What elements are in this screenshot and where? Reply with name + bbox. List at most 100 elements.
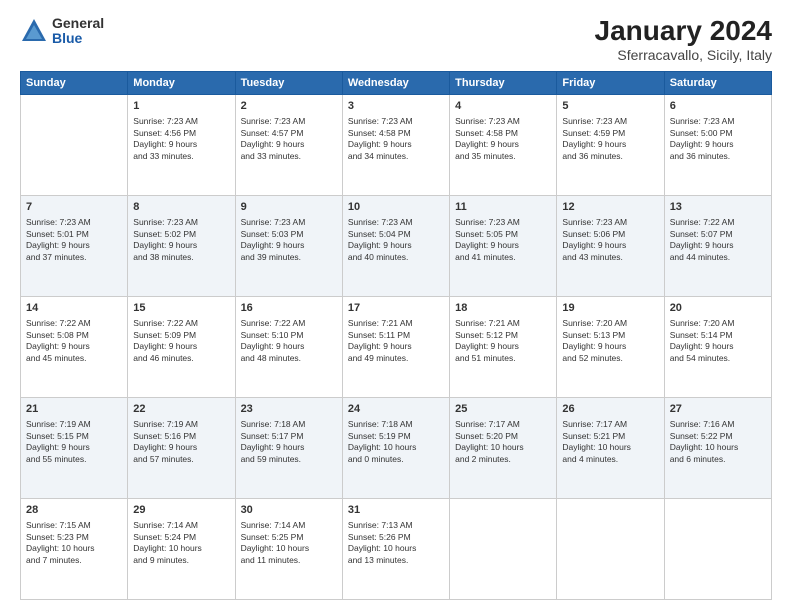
day-info: Sunrise: 7:22 AMSunset: 5:08 PMDaylight:… bbox=[26, 318, 122, 364]
col-tuesday: Tuesday bbox=[235, 71, 342, 94]
table-row: 5 Sunrise: 7:23 AMSunset: 4:59 PMDaylight… bbox=[557, 94, 664, 195]
day-info: Sunrise: 7:23 AMSunset: 5:02 PMDaylight:… bbox=[133, 217, 229, 263]
col-wednesday: Wednesday bbox=[342, 71, 449, 94]
day-number: 29 bbox=[133, 503, 229, 518]
calendar-week-row: 28 Sunrise: 7:15 AMSunset: 5:23 PMDayligh… bbox=[21, 498, 772, 599]
day-number: 4 bbox=[455, 99, 551, 114]
day-info: Sunrise: 7:23 AMSunset: 4:59 PMDaylight:… bbox=[562, 116, 658, 162]
day-info: Sunrise: 7:14 AMSunset: 5:24 PMDaylight:… bbox=[133, 520, 229, 566]
table-row bbox=[557, 498, 664, 599]
day-info: Sunrise: 7:16 AMSunset: 5:22 PMDaylight:… bbox=[670, 419, 766, 465]
calendar-week-row: 1 Sunrise: 7:23 AMSunset: 4:56 PMDaylight… bbox=[21, 94, 772, 195]
table-row bbox=[664, 498, 771, 599]
day-info: Sunrise: 7:18 AMSunset: 5:17 PMDaylight:… bbox=[241, 419, 337, 465]
table-row: 31 Sunrise: 7:13 AMSunset: 5:26 PMDayligh… bbox=[342, 498, 449, 599]
day-number: 27 bbox=[670, 402, 766, 417]
table-row: 17Sunrise: 7:21 AMSunset: 5:11 PMDayligh… bbox=[342, 296, 449, 397]
day-info: Sunrise: 7:23 AMSunset: 5:06 PMDaylight:… bbox=[562, 217, 658, 263]
day-info: Sunrise: 7:23 AMSunset: 4:58 PMDaylight:… bbox=[348, 116, 444, 162]
logo-text: General Blue bbox=[52, 16, 104, 47]
day-info: Sunrise: 7:21 AMSunset: 5:11 PMDaylight:… bbox=[348, 318, 444, 364]
calendar-week-row: 14 Sunrise: 7:22 AMSunset: 5:08 PMDayligh… bbox=[21, 296, 772, 397]
day-info: Sunrise: 7:23 AMSunset: 5:01 PMDaylight:… bbox=[26, 217, 122, 263]
day-number: 13 bbox=[670, 200, 766, 215]
day-number: 28 bbox=[26, 503, 122, 518]
day-info: Sunrise: 7:22 AMSunset: 5:07 PMDaylight:… bbox=[670, 217, 766, 263]
day-info: Sunrise: 7:21 AMSunset: 5:12 PMDaylight:… bbox=[455, 318, 551, 364]
day-info: Sunrise: 7:23 AMSunset: 4:56 PMDaylight:… bbox=[133, 116, 229, 162]
day-number: 6 bbox=[670, 99, 766, 114]
col-thursday: Thursday bbox=[450, 71, 557, 94]
day-info: Sunrise: 7:20 AMSunset: 5:14 PMDaylight:… bbox=[670, 318, 766, 364]
table-row: 10Sunrise: 7:23 AMSunset: 5:04 PMDayligh… bbox=[342, 195, 449, 296]
day-info: Sunrise: 7:14 AMSunset: 5:25 PMDaylight:… bbox=[241, 520, 337, 566]
table-row: 6 Sunrise: 7:23 AMSunset: 5:00 PMDaylight… bbox=[664, 94, 771, 195]
day-info: Sunrise: 7:19 AMSunset: 5:15 PMDaylight:… bbox=[26, 419, 122, 465]
location-subtitle: Sferracavallo, Sicily, Italy bbox=[595, 47, 772, 63]
table-row: 22 Sunrise: 7:19 AMSunset: 5:16 PMDayligh… bbox=[128, 397, 235, 498]
day-info: Sunrise: 7:13 AMSunset: 5:26 PMDaylight:… bbox=[348, 520, 444, 566]
day-number: 31 bbox=[348, 503, 444, 518]
day-info: Sunrise: 7:17 AMSunset: 5:21 PMDaylight:… bbox=[562, 419, 658, 465]
table-row: 13 Sunrise: 7:22 AMSunset: 5:07 PMDayligh… bbox=[664, 195, 771, 296]
table-row: 1 Sunrise: 7:23 AMSunset: 4:56 PMDaylight… bbox=[128, 94, 235, 195]
table-row: 15 Sunrise: 7:22 AMSunset: 5:09 PMDayligh… bbox=[128, 296, 235, 397]
day-info: Sunrise: 7:19 AMSunset: 5:16 PMDaylight:… bbox=[133, 419, 229, 465]
header: General Blue January 2024 Sferracavallo,… bbox=[20, 16, 772, 63]
day-info: Sunrise: 7:20 AMSunset: 5:13 PMDaylight:… bbox=[562, 318, 658, 364]
table-row: 16 Sunrise: 7:22 AMSunset: 5:10 PMDayligh… bbox=[235, 296, 342, 397]
table-row: 28 Sunrise: 7:15 AMSunset: 5:23 PMDayligh… bbox=[21, 498, 128, 599]
calendar-week-row: 21 Sunrise: 7:19 AMSunset: 5:15 PMDayligh… bbox=[21, 397, 772, 498]
table-row: 20 Sunrise: 7:20 AMSunset: 5:14 PMDayligh… bbox=[664, 296, 771, 397]
table-row bbox=[21, 94, 128, 195]
table-row: 9 Sunrise: 7:23 AMSunset: 5:03 PMDaylight… bbox=[235, 195, 342, 296]
day-info: Sunrise: 7:22 AMSunset: 5:09 PMDaylight:… bbox=[133, 318, 229, 364]
day-number: 1 bbox=[133, 99, 229, 114]
day-number: 7 bbox=[26, 200, 122, 215]
day-number: 8 bbox=[133, 200, 229, 215]
day-number: 26 bbox=[562, 402, 658, 417]
day-info: Sunrise: 7:23 AMSunset: 5:05 PMDaylight:… bbox=[455, 217, 551, 263]
day-info: Sunrise: 7:18 AMSunset: 5:19 PMDaylight:… bbox=[348, 419, 444, 465]
day-info: Sunrise: 7:15 AMSunset: 5:23 PMDaylight:… bbox=[26, 520, 122, 566]
day-info: Sunrise: 7:23 AMSunset: 5:03 PMDaylight:… bbox=[241, 217, 337, 263]
day-info: Sunrise: 7:23 AMSunset: 5:00 PMDaylight:… bbox=[670, 116, 766, 162]
col-saturday: Saturday bbox=[664, 71, 771, 94]
logo-icon bbox=[20, 17, 48, 45]
day-number: 10 bbox=[348, 200, 444, 215]
title-area: January 2024 Sferracavallo, Sicily, Ital… bbox=[595, 16, 772, 63]
table-row: 30 Sunrise: 7:14 AMSunset: 5:25 PMDayligh… bbox=[235, 498, 342, 599]
page: General Blue January 2024 Sferracavallo,… bbox=[0, 0, 792, 612]
day-number: 23 bbox=[241, 402, 337, 417]
col-friday: Friday bbox=[557, 71, 664, 94]
table-row: 26 Sunrise: 7:17 AMSunset: 5:21 PMDayligh… bbox=[557, 397, 664, 498]
table-row bbox=[450, 498, 557, 599]
table-row: 2Sunrise: 7:23 AMSunset: 4:57 PMDaylight… bbox=[235, 94, 342, 195]
day-info: Sunrise: 7:23 AMSunset: 4:57 PMDaylight:… bbox=[241, 116, 337, 162]
logo: General Blue bbox=[20, 16, 104, 47]
day-number: 5 bbox=[562, 99, 658, 114]
day-number: 20 bbox=[670, 301, 766, 316]
table-row: 29 Sunrise: 7:14 AMSunset: 5:24 PMDayligh… bbox=[128, 498, 235, 599]
day-number: 14 bbox=[26, 301, 122, 316]
table-row: 23 Sunrise: 7:18 AMSunset: 5:17 PMDayligh… bbox=[235, 397, 342, 498]
day-info: Sunrise: 7:17 AMSunset: 5:20 PMDaylight:… bbox=[455, 419, 551, 465]
day-number: 16 bbox=[241, 301, 337, 316]
day-number: 18 bbox=[455, 301, 551, 316]
day-info: Sunrise: 7:23 AMSunset: 4:58 PMDaylight:… bbox=[455, 116, 551, 162]
table-row: 7 Sunrise: 7:23 AMSunset: 5:01 PMDaylight… bbox=[21, 195, 128, 296]
logo-blue-label: Blue bbox=[52, 31, 104, 46]
day-number: 15 bbox=[133, 301, 229, 316]
day-number: 9 bbox=[241, 200, 337, 215]
calendar-header-row: Sunday Monday Tuesday Wednesday Thursday… bbox=[21, 71, 772, 94]
day-number: 12 bbox=[562, 200, 658, 215]
table-row: 14 Sunrise: 7:22 AMSunset: 5:08 PMDayligh… bbox=[21, 296, 128, 397]
day-number: 30 bbox=[241, 503, 337, 518]
table-row: 24Sunrise: 7:18 AMSunset: 5:19 PMDayligh… bbox=[342, 397, 449, 498]
table-row: 19Sunrise: 7:20 AMSunset: 5:13 PMDayligh… bbox=[557, 296, 664, 397]
day-number: 22 bbox=[133, 402, 229, 417]
day-info: Sunrise: 7:22 AMSunset: 5:10 PMDaylight:… bbox=[241, 318, 337, 364]
col-sunday: Sunday bbox=[21, 71, 128, 94]
table-row: 18 Sunrise: 7:21 AMSunset: 5:12 PMDayligh… bbox=[450, 296, 557, 397]
day-number: 21 bbox=[26, 402, 122, 417]
